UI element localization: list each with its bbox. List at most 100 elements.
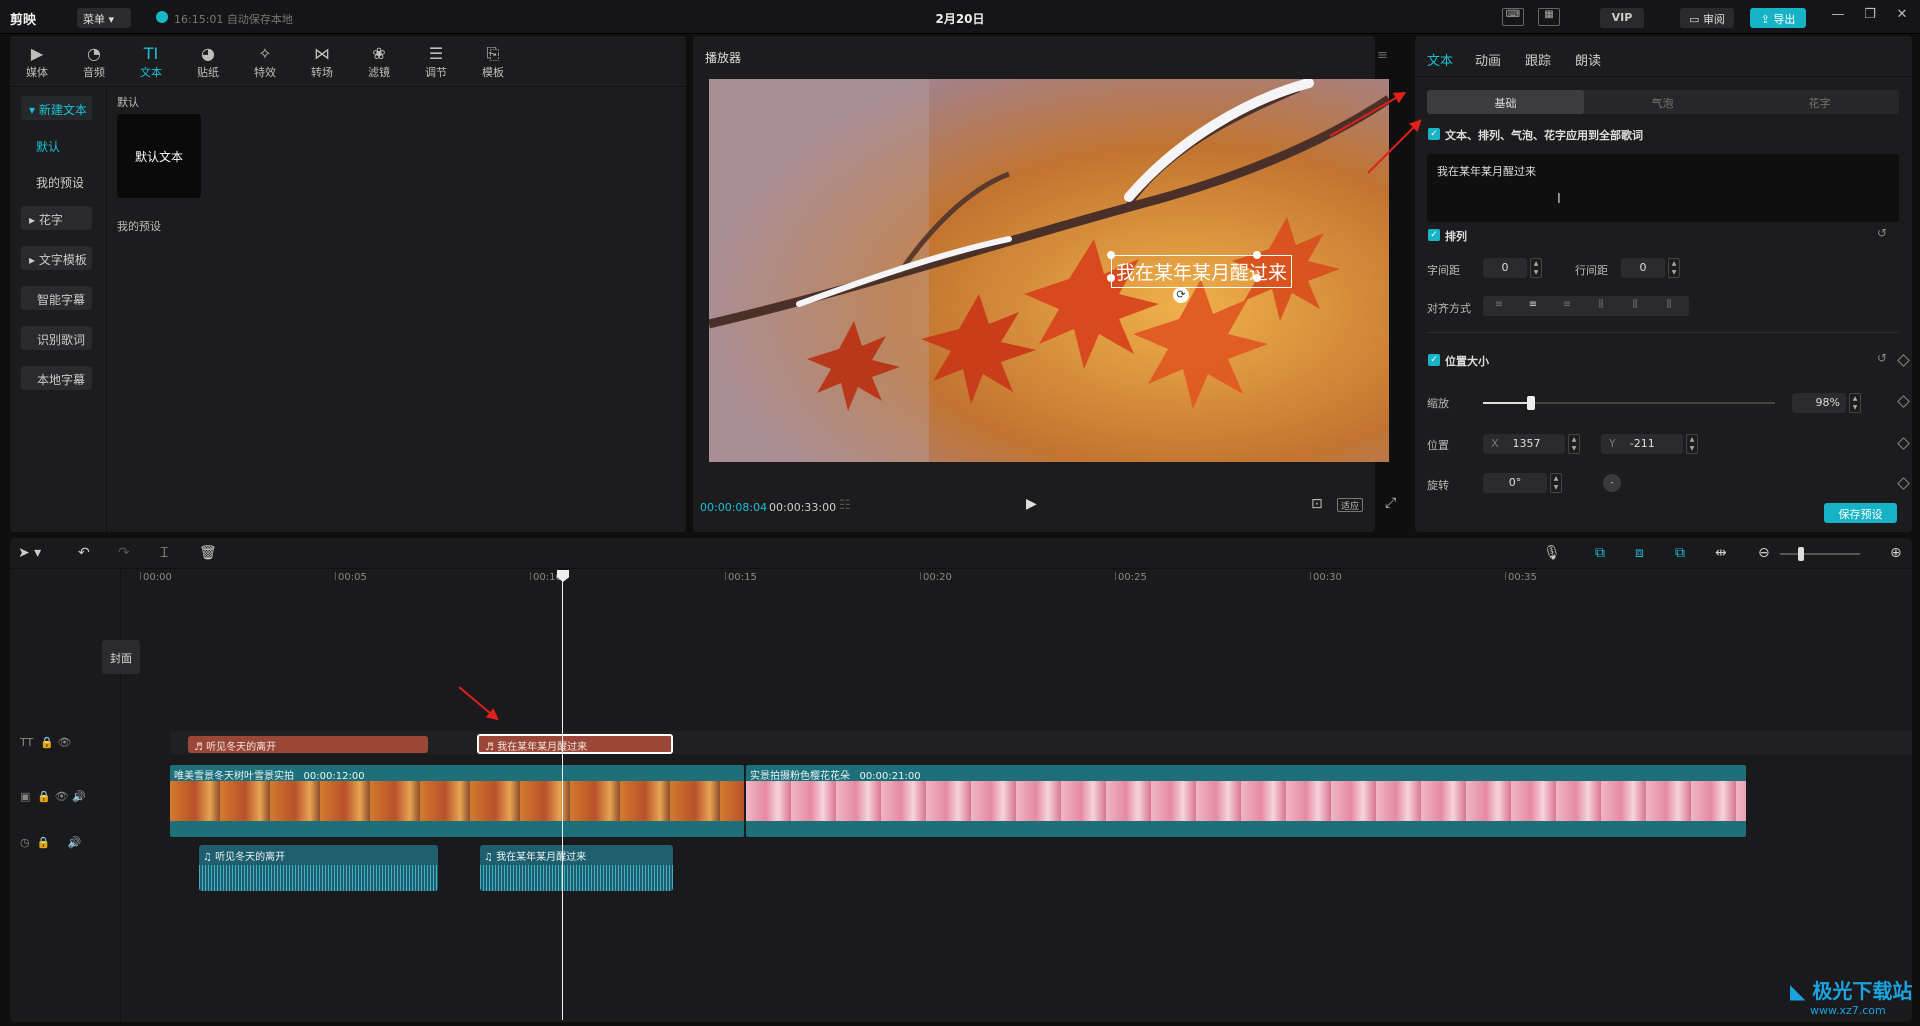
default-text-card[interactable]: 默认文本 <box>117 114 201 198</box>
delete-icon[interactable]: 🗑 <box>199 545 217 561</box>
video-preview[interactable]: 我在某年某月醒过来 ⟳ <box>709 79 1389 462</box>
linkage-icon[interactable]: ⧉ <box>1675 545 1685 561</box>
review-button[interactable]: ▭ 审阅 <box>1680 8 1734 28</box>
rotate-input[interactable]: 0° <box>1483 473 1547 493</box>
hamburger-icon[interactable]: ≡ <box>1377 48 1388 63</box>
auto-snap-icon[interactable]: ⧈ <box>1635 545 1644 561</box>
tab-sticker[interactable]: ◕ 贴纸 <box>185 44 231 80</box>
tab-audio[interactable]: ◔ 音频 <box>71 44 117 80</box>
playhead-line[interactable] <box>562 580 563 1020</box>
scale-slider-thumb[interactable] <box>1527 396 1535 410</box>
align-bottom-icon[interactable]: ⫼ <box>1661 299 1677 313</box>
rotate-dial-icon[interactable]: - <box>1603 474 1621 492</box>
line-spacing-input[interactable]: 0 <box>1621 258 1665 278</box>
text-clip[interactable]: ♬ 听见冬天的离开 <box>188 736 428 753</box>
subtab-bubble[interactable]: 气泡 <box>1584 90 1741 114</box>
eye-icon[interactable]: 👁 <box>55 790 69 803</box>
timecode-list-icon[interactable]: ☷ <box>839 498 851 513</box>
play-icon[interactable]: ▶ <box>1026 496 1037 512</box>
export-button[interactable]: ⇪ 导出 <box>1750 8 1806 28</box>
sidebar-item-recognize-lyrics[interactable]: 识别歌词 <box>21 326 92 350</box>
line-spacing-stepper[interactable]: ▲ ▼ <box>1668 258 1680 278</box>
letter-spacing-input[interactable]: 0 <box>1483 258 1527 278</box>
tab-text-props[interactable]: 文本 <box>1427 50 1453 69</box>
close-icon[interactable]: ✕ <box>1892 7 1912 27</box>
scale-stepper[interactable]: ▲ ▼ <box>1849 393 1861 413</box>
fit-ratio-button[interactable]: 适应 <box>1337 498 1363 512</box>
layout-icon[interactable]: ▦ <box>1538 8 1560 26</box>
zoom-in-icon[interactable]: ⊕ <box>1890 545 1902 561</box>
preview-axis-icon[interactable]: ⇹ <box>1715 545 1727 561</box>
zoom-slider[interactable] <box>1780 553 1860 555</box>
tab-media[interactable]: ▶ 媒体 <box>14 44 60 80</box>
position-y-input[interactable]: Y -211 <box>1601 434 1683 454</box>
sidebar-item-new-text[interactable]: ▾ 新建文本 <box>21 96 92 120</box>
tab-effects[interactable]: ✧ 特效 <box>242 44 288 80</box>
select-tool-icon[interactable]: ➤ ▾ <box>18 545 41 561</box>
scale-input[interactable]: 98% <box>1792 393 1846 413</box>
position-x-input[interactable]: X 1357 <box>1483 434 1565 454</box>
rotate-stepper[interactable]: ▲ ▼ <box>1550 473 1562 493</box>
microphone-icon[interactable]: 🎙 <box>1543 545 1561 561</box>
position-y-stepper[interactable]: ▲ ▼ <box>1686 434 1698 454</box>
audio-clip[interactable]: ♫ 我在某年某月醒过来 <box>480 845 673 891</box>
tab-template[interactable]: ⎘ 模板 <box>470 44 516 80</box>
sidebar-item-my-presets[interactable]: 我的预设 <box>36 174 84 191</box>
text-clip-selected[interactable]: ♬ 我在某年某月醒过来 <box>477 734 673 754</box>
resize-handle[interactable] <box>1253 251 1261 259</box>
position-size-checkbox[interactable]: ✓ <box>1428 354 1440 366</box>
align-middle-icon[interactable]: ⫼ <box>1627 299 1643 313</box>
split-icon[interactable]: ⌶ <box>160 545 168 561</box>
resize-handle[interactable] <box>1107 274 1115 282</box>
sidebar-item-smart-subtitle[interactable]: 智能字幕 <box>21 286 92 310</box>
eye-icon[interactable]: 👁 <box>57 736 71 749</box>
letter-spacing-stepper[interactable]: ▲ ▼ <box>1530 258 1542 278</box>
fullscreen-icon[interactable]: ⤢ <box>1385 495 1396 511</box>
speaker-icon[interactable]: 🔊 <box>68 836 82 849</box>
speaker-icon[interactable]: 🔊 <box>72 790 86 803</box>
sidebar-item-text-template[interactable]: ▸ 文字模板 <box>21 246 92 270</box>
align-right-icon[interactable]: ≡ <box>1559 299 1575 313</box>
tab-transition[interactable]: ⋈ 转场 <box>299 44 345 80</box>
tab-animation[interactable]: 动画 <box>1475 50 1501 69</box>
vip-button[interactable]: VIP <box>1600 8 1644 28</box>
align-left-icon[interactable]: ≡ <box>1491 299 1507 313</box>
keyframe-icon[interactable] <box>1897 395 1910 408</box>
undo-icon[interactable]: ↶ <box>78 545 90 561</box>
text-content-input[interactable]: 我在某年某月醒过来 I <box>1427 154 1899 222</box>
arrange-checkbox[interactable]: ✓ <box>1428 229 1440 241</box>
zoom-slider-thumb[interactable] <box>1798 547 1804 561</box>
reset-icon[interactable]: ↺ <box>1877 226 1887 240</box>
subtab-basic[interactable]: 基础 <box>1427 90 1584 114</box>
keyframe-icon[interactable] <box>1897 477 1910 490</box>
align-top-icon[interactable]: ⫼ <box>1593 299 1609 313</box>
sidebar-item-local-subtitle[interactable]: 本地字幕 <box>21 366 92 390</box>
video-clip[interactable]: 唯美雪景冬天树叶雪景实拍 00:00:12:00 <box>170 765 744 837</box>
lock-icon[interactable]: 🔒 <box>40 736 54 749</box>
keyframe-icon[interactable] <box>1897 354 1910 367</box>
rotate-handle-icon[interactable]: ⟳ <box>1173 287 1189 303</box>
main-track-magnet-icon[interactable]: ⧉ <box>1595 545 1605 561</box>
position-x-stepper[interactable]: ▲ ▼ <box>1568 434 1580 454</box>
screenshot-icon[interactable]: ⊡ <box>1311 496 1323 512</box>
save-preset-button[interactable]: 保存预设 <box>1824 503 1897 523</box>
resize-handle[interactable] <box>1253 274 1261 282</box>
align-center-icon[interactable]: ≡ <box>1525 299 1541 313</box>
tab-read-aloud[interactable]: 朗读 <box>1575 50 1601 69</box>
keyframe-icon[interactable] <box>1897 437 1910 450</box>
minimize-icon[interactable]: — <box>1828 7 1848 27</box>
resize-handle[interactable] <box>1107 251 1115 259</box>
lock-icon[interactable]: 🔒 <box>37 836 51 849</box>
tab-text[interactable]: TI 文本 <box>128 44 174 80</box>
keyboard-icon[interactable]: ⌨ <box>1502 8 1524 26</box>
sidebar-item-default[interactable]: 默认 <box>36 138 60 155</box>
zoom-out-icon[interactable]: ⊖ <box>1758 545 1770 561</box>
apply-all-checkbox[interactable]: ✓ <box>1428 128 1440 140</box>
cover-button[interactable]: 封面 <box>102 640 140 674</box>
restore-icon[interactable]: ❐ <box>1860 7 1880 27</box>
tab-filter[interactable]: ❀ 滤镜 <box>356 44 402 80</box>
reset-icon[interactable]: ↺ <box>1877 351 1887 365</box>
lock-icon[interactable]: 🔒 <box>37 790 51 803</box>
redo-icon[interactable]: ↷ <box>118 545 130 561</box>
sidebar-item-huazi[interactable]: ▸ 花字 <box>21 206 92 230</box>
